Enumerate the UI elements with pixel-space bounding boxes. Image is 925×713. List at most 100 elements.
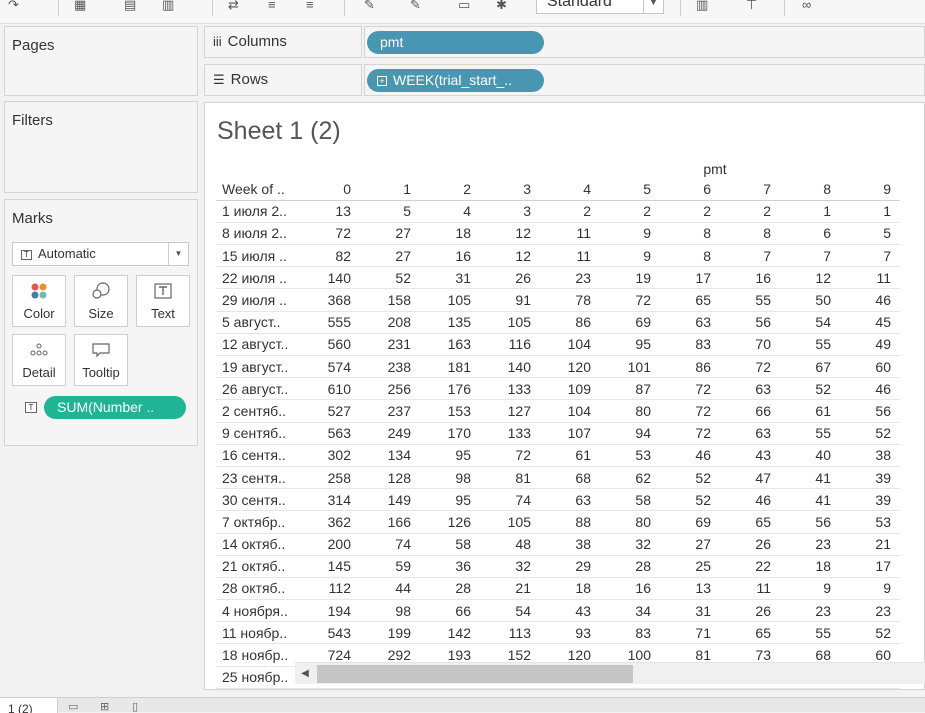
table-cell[interactable]: 94: [600, 422, 660, 445]
table-cell[interactable]: 31: [660, 599, 720, 623]
table-cell[interactable]: 527: [300, 399, 360, 423]
table-cell[interactable]: 63: [720, 422, 780, 445]
row-header[interactable]: 21 октяб..: [216, 555, 300, 578]
table-cell[interactable]: 60: [840, 355, 900, 379]
table-cell[interactable]: 3: [480, 200, 540, 223]
table-cell[interactable]: 62: [600, 466, 660, 490]
table-cell[interactable]: 23: [540, 266, 600, 290]
table-cell[interactable]: 18: [420, 222, 480, 246]
row-header[interactable]: 29 июля ..: [216, 288, 300, 312]
fit-select[interactable]: Standard ▼: [536, 0, 664, 14]
table-cell[interactable]: 302: [300, 444, 360, 467]
row-header[interactable]: 16 сентя..: [216, 444, 300, 467]
group-icon[interactable]: ✎: [410, 0, 432, 12]
table-cell[interactable]: 53: [600, 444, 660, 467]
table-cell[interactable]: 362: [300, 510, 360, 534]
table-cell[interactable]: 52: [660, 466, 720, 490]
table-cell[interactable]: 47: [720, 466, 780, 490]
column-header[interactable]: 4: [540, 178, 600, 201]
table-cell[interactable]: 56: [720, 311, 780, 334]
rows-shelf[interactable]: + WEEK(trial_start_..: [364, 64, 925, 96]
table-cell[interactable]: 52: [840, 422, 900, 445]
table-cell[interactable]: 7: [780, 244, 840, 268]
table-cell[interactable]: 56: [780, 510, 840, 534]
table-cell[interactable]: 13: [300, 200, 360, 223]
table-cell[interactable]: 8: [720, 222, 780, 246]
redo-icon[interactable]: ↷: [8, 0, 30, 12]
horizontal-scrollbar[interactable]: ◀: [295, 662, 925, 684]
sort-descending-icon[interactable]: ≡: [306, 0, 328, 12]
table-cell[interactable]: 1: [840, 200, 900, 223]
table-cell[interactable]: 9: [840, 577, 900, 601]
table-cell[interactable]: 2: [540, 200, 600, 223]
table-cell[interactable]: 105: [420, 288, 480, 312]
color-button[interactable]: Color: [12, 275, 66, 327]
table-cell[interactable]: 82: [300, 244, 360, 268]
table-cell[interactable]: 74: [480, 488, 540, 512]
table-cell[interactable]: 158: [360, 288, 420, 312]
show-me-icon[interactable]: ▥: [696, 0, 718, 12]
table-cell[interactable]: 55: [780, 422, 840, 445]
table-cell[interactable]: 116: [480, 333, 540, 357]
table-cell[interactable]: 2: [600, 200, 660, 223]
table-cell[interactable]: 83: [660, 333, 720, 357]
table-cell[interactable]: 32: [480, 555, 540, 578]
table-cell[interactable]: 66: [720, 399, 780, 423]
table-cell[interactable]: 120: [540, 355, 600, 379]
table-cell[interactable]: 61: [780, 399, 840, 423]
table-cell[interactable]: 52: [840, 621, 900, 645]
table-cell[interactable]: 126: [420, 510, 480, 534]
table-cell[interactable]: 23: [780, 599, 840, 623]
row-header[interactable]: 5 август..: [216, 311, 300, 334]
table-cell[interactable]: 105: [480, 510, 540, 534]
week-trial-start-pill[interactable]: + WEEK(trial_start_..: [367, 69, 544, 92]
table-cell[interactable]: 18: [780, 555, 840, 578]
table-cell[interactable]: 72: [480, 444, 540, 467]
table-cell[interactable]: 36: [420, 555, 480, 578]
new-dashboard-tab-icon[interactable]: ⊞: [100, 700, 114, 713]
column-header[interactable]: 1: [360, 178, 420, 201]
table-cell[interactable]: 91: [480, 288, 540, 312]
table-cell[interactable]: 11: [720, 577, 780, 601]
table-cell[interactable]: 199: [360, 621, 420, 645]
row-header[interactable]: 15 июля ..: [216, 244, 300, 268]
table-cell[interactable]: 63: [720, 377, 780, 401]
table-cell[interactable]: 54: [780, 311, 840, 334]
table-cell[interactable]: 9: [600, 222, 660, 246]
table-cell[interactable]: 105: [480, 311, 540, 334]
column-header[interactable]: 0: [300, 178, 360, 201]
table-cell[interactable]: 40: [780, 444, 840, 467]
table-cell[interactable]: 135: [420, 311, 480, 334]
row-header[interactable]: 2 сентяб..: [216, 399, 300, 423]
table-cell[interactable]: 11: [540, 222, 600, 246]
row-header[interactable]: 30 сентя..: [216, 488, 300, 512]
table-cell[interactable]: 80: [600, 399, 660, 423]
table-cell[interactable]: 19: [600, 266, 660, 290]
table-cell[interactable]: 55: [780, 333, 840, 357]
new-worksheet-icon[interactable]: ▦: [74, 0, 96, 12]
pages-card[interactable]: Pages: [4, 26, 198, 96]
pmt-pill[interactable]: pmt: [367, 31, 544, 54]
detail-button[interactable]: Detail: [12, 334, 66, 386]
table-cell[interactable]: 38: [840, 444, 900, 467]
table-cell[interactable]: 2: [660, 200, 720, 223]
column-header[interactable]: 7: [720, 178, 780, 201]
table-cell[interactable]: 574: [300, 355, 360, 379]
table-cell[interactable]: 543: [300, 621, 360, 645]
table-cell[interactable]: 11: [840, 266, 900, 290]
table-cell[interactable]: 208: [360, 311, 420, 334]
table-cell[interactable]: 8: [660, 244, 720, 268]
table-cell[interactable]: 16: [420, 244, 480, 268]
table-cell[interactable]: 72: [300, 222, 360, 246]
table-cell[interactable]: 49: [840, 333, 900, 357]
table-cell[interactable]: 98: [420, 466, 480, 490]
table-cell[interactable]: 58: [600, 488, 660, 512]
table-cell[interactable]: 16: [600, 577, 660, 601]
table-cell[interactable]: 65: [720, 621, 780, 645]
sheet-tab-active[interactable]: 1 (2): [0, 698, 58, 713]
table-cell[interactable]: 27: [360, 244, 420, 268]
table-cell[interactable]: 7: [840, 244, 900, 268]
table-cell[interactable]: 238: [360, 355, 420, 379]
table-cell[interactable]: 69: [600, 311, 660, 334]
table-cell[interactable]: 86: [660, 355, 720, 379]
